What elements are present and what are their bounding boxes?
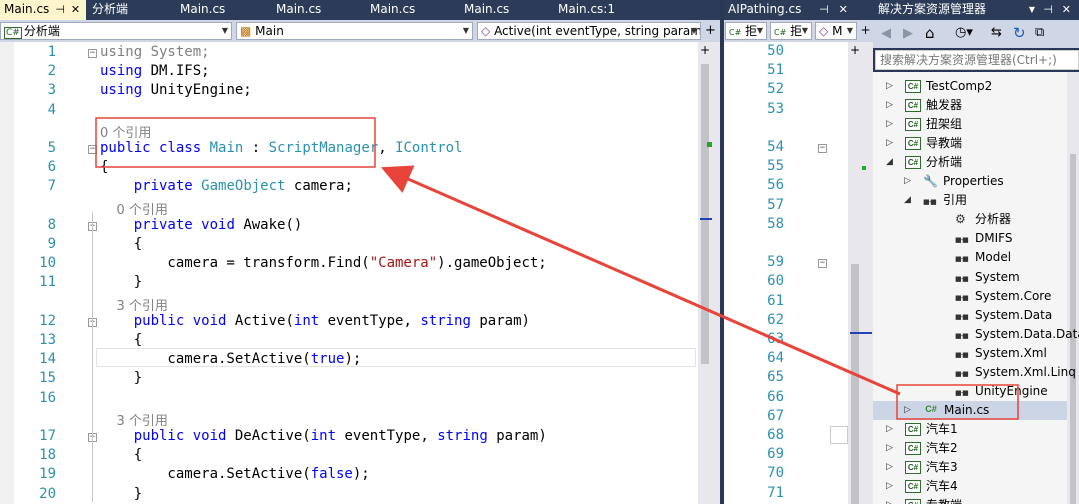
highlight-box-class xyxy=(95,117,376,168)
highlight-box-maincs xyxy=(896,384,1019,420)
annotation-overlay xyxy=(95,117,1019,420)
annotation-arrow xyxy=(381,165,901,396)
